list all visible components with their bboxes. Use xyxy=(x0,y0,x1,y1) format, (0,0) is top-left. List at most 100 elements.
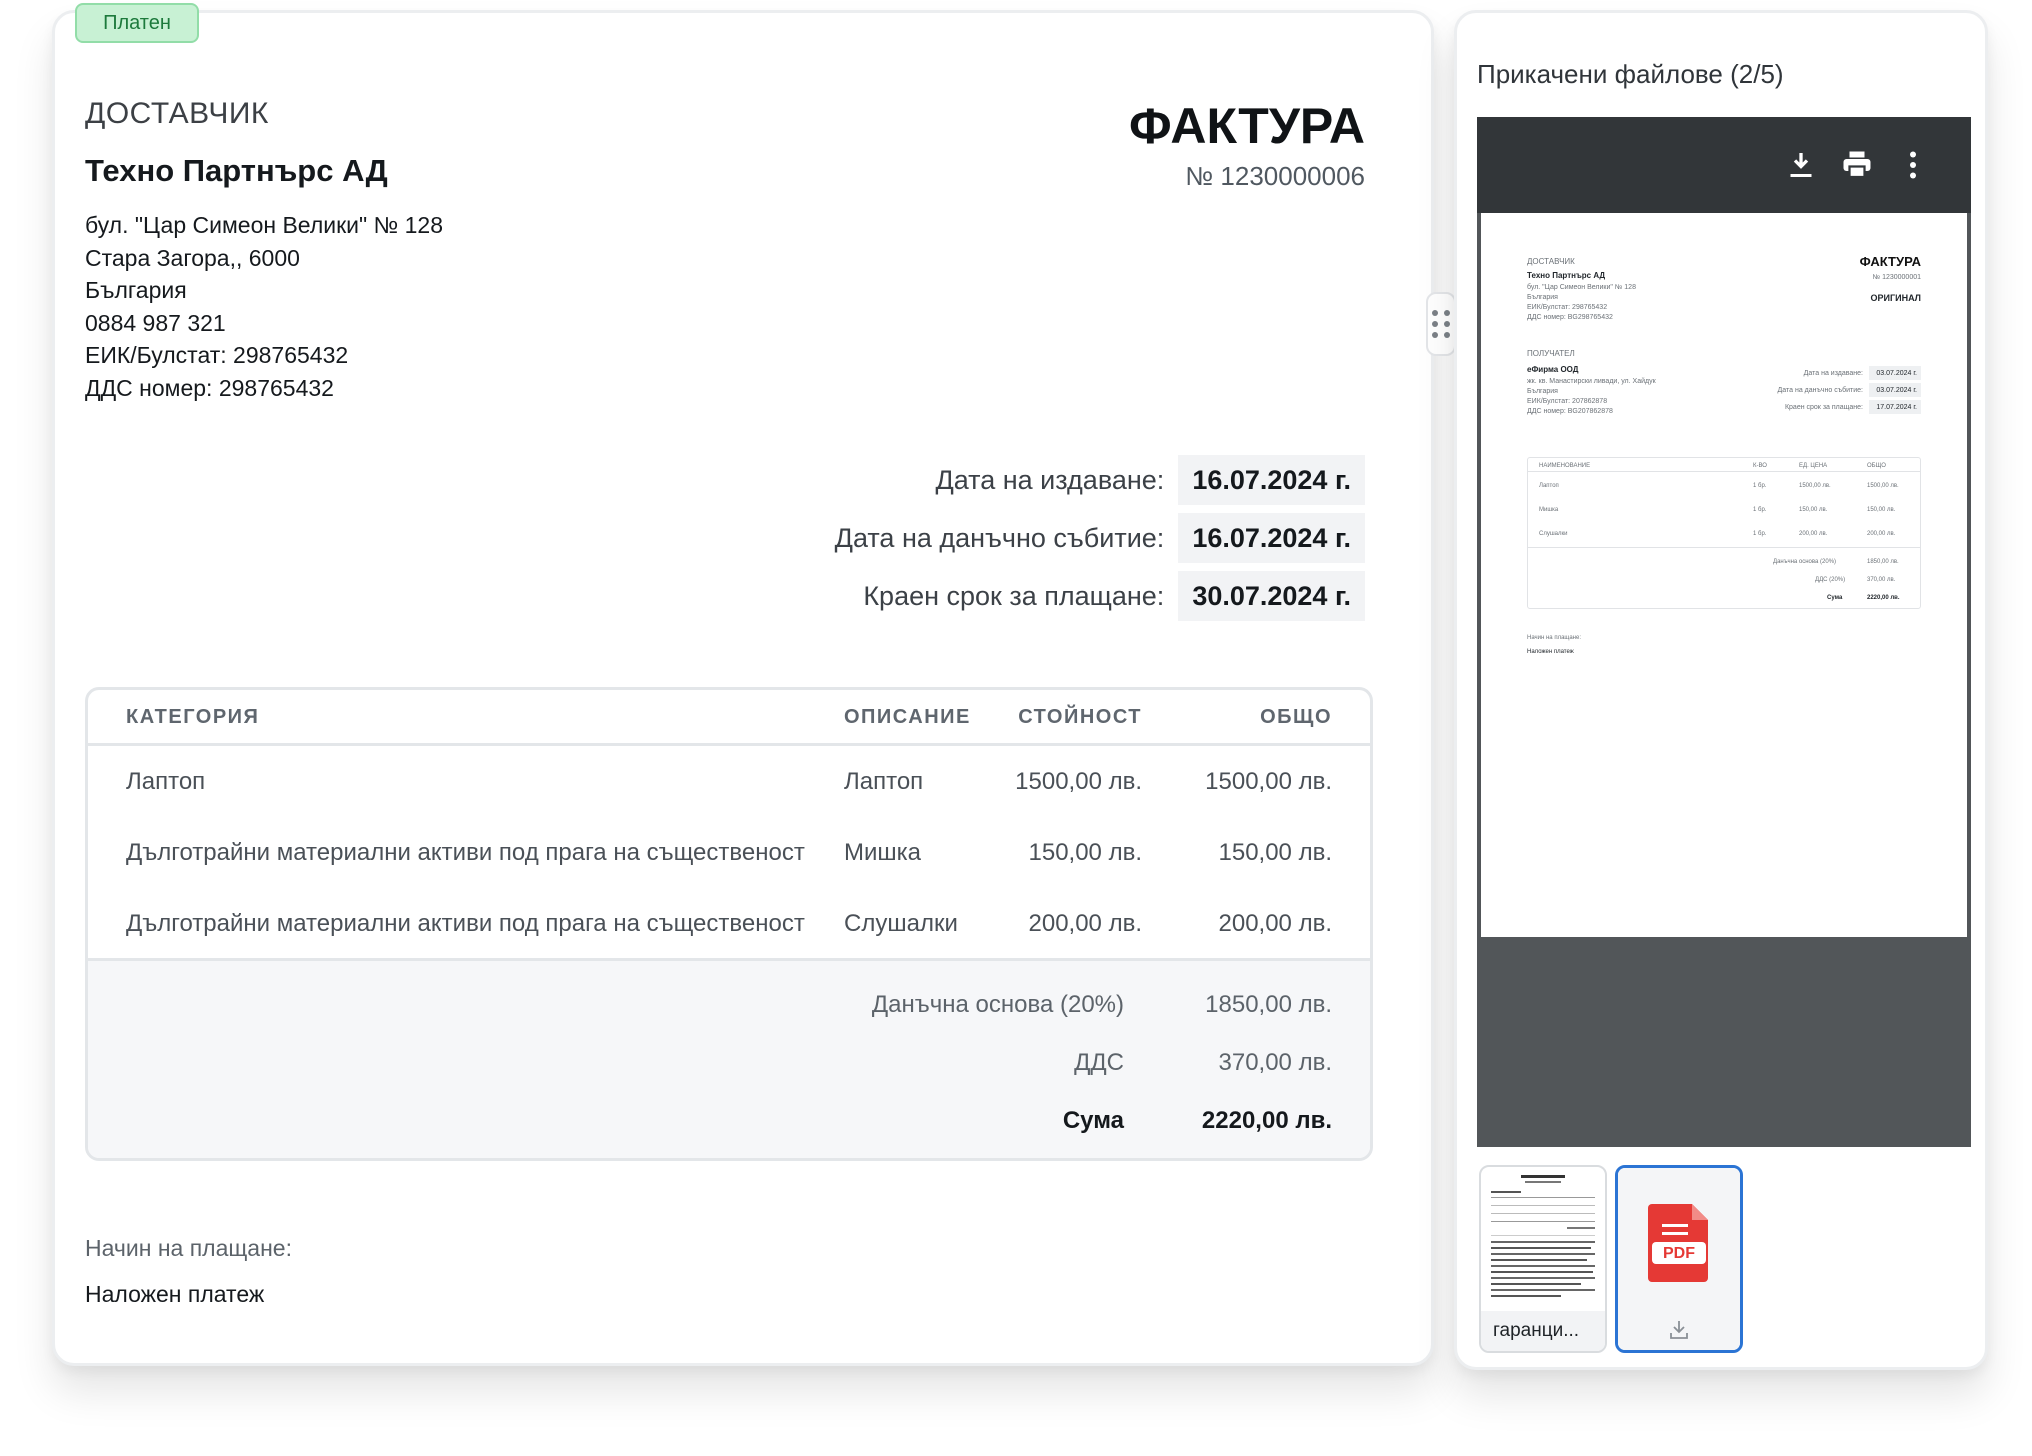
drag-dot-icon xyxy=(1432,321,1438,327)
drag-dot-icon xyxy=(1444,332,1450,338)
items-table: КАТЕГОРИЯ ОПИСАНИЕ СТОЙНОСТ ОБЩО Лаптоп … xyxy=(85,687,1373,1161)
drag-dot-icon xyxy=(1444,321,1450,327)
cell-description: Лаптоп xyxy=(844,768,924,795)
preview-table-divider xyxy=(1527,471,1921,472)
preview-date-label: Дата на данъчно събитие: xyxy=(1777,387,1863,394)
issue-date-value: 16.07.2024 г. xyxy=(1178,455,1365,505)
preview-date-label: Дата на издаване: xyxy=(1803,370,1863,377)
preview-recipient-line: ЕИК/Булстат: 207862878 xyxy=(1527,398,1608,405)
preview-cell: 1 бр. xyxy=(1753,483,1767,489)
issue-date-row: Дата на издаване: 16.07.2024 г. xyxy=(835,455,1365,505)
preview-col-qty: К-ВО xyxy=(1753,463,1767,469)
tax-base-value: 1850,00 лв. xyxy=(1205,991,1332,1018)
preview-cell: 200,00 лв. xyxy=(1799,531,1828,537)
cell-description: Мишка xyxy=(844,839,922,866)
print-icon[interactable] xyxy=(1839,147,1875,183)
preview-payment-value: Наложен платеж xyxy=(1527,649,1574,655)
column-header-description: ОПИСАНИЕ xyxy=(844,706,971,728)
tax-base-row: Данъчна основа (20%) 1850,00 лв. xyxy=(88,991,1370,1031)
resize-handle[interactable] xyxy=(1426,292,1456,356)
preview-cell: Слушалки xyxy=(1539,531,1568,537)
preview-cell: 1 бр. xyxy=(1753,531,1767,537)
due-date-value: 30.07.2024 г. xyxy=(1178,571,1365,621)
document-thumbnail-preview xyxy=(1483,1169,1603,1309)
preview-date-value: 03.07.2024 г. xyxy=(1876,387,1917,394)
more-vertical-icon[interactable] xyxy=(1895,147,1931,183)
payment-method-value: Наложен платеж xyxy=(85,1281,265,1307)
preview-total-value: 370,00 лв. xyxy=(1867,577,1896,583)
preview-cell: 1 бр. xyxy=(1753,507,1767,513)
preview-table xyxy=(1527,457,1921,609)
cell-value: 1500,00 лв. xyxy=(1015,768,1142,795)
preview-original: ОРИГИНАЛ xyxy=(1870,293,1921,303)
preview-table-divider xyxy=(1527,547,1921,548)
preview-supplier-line: ЕИК/Булстат: 298765432 xyxy=(1527,304,1608,311)
vat-value: 370,00 лв. xyxy=(1218,1049,1333,1076)
tax-event-date-row: Дата на данъчно събитие: 16.07.2024 г. xyxy=(835,513,1365,563)
attachment-filename: гаранци... xyxy=(1481,1311,1605,1351)
column-header-total: ОБЩО xyxy=(1260,706,1332,728)
pdf-page-preview: ДОСТАВЧИК Техно Партнърс АД бул. "Цар Си… xyxy=(1481,213,1967,937)
preview-number: № 1230000001 xyxy=(1872,274,1921,281)
preview-recipient-heading: ПОЛУЧАТЕЛ xyxy=(1527,349,1575,358)
grand-total-value: 2220,00 лв. xyxy=(1201,1107,1332,1134)
drag-dot-icon xyxy=(1444,310,1450,316)
totals-section: Данъчна основа (20%) 1850,00 лв. ДДС 370… xyxy=(88,958,1370,1158)
cell-total: 1500,00 лв. xyxy=(1205,768,1332,795)
preview-supplier-line: ДДС номер: BG298765432 xyxy=(1527,314,1613,321)
pdf-thumbnail: PDF xyxy=(1618,1168,1740,1312)
preview-cell: 200,00 лв. xyxy=(1867,531,1896,537)
preview-supplier-heading: ДОСТАВЧИК xyxy=(1527,257,1575,266)
invoice-card: Платен ДОСТАВЧИК Техно Партнърс АД бул. … xyxy=(52,3,1434,1366)
cell-total: 150,00 лв. xyxy=(1218,839,1333,866)
supplier-city: Стара Загора,, 6000 xyxy=(85,244,300,271)
supplier-address: бул. "Цар Симеон Велики" № 128 xyxy=(85,212,444,238)
attachments-title: Прикачени файлове (2/5) xyxy=(1477,59,1784,89)
invoice-title: ФАКТУРА xyxy=(1128,98,1365,154)
download-icon[interactable] xyxy=(1667,1318,1691,1342)
status-badge: Платен xyxy=(75,3,199,43)
payment-method-label: Начин на плащане: xyxy=(85,1235,292,1261)
preview-total-label: Данъчна основа (20%) xyxy=(1773,559,1837,565)
preview-col-price: ЕД. ЦЕНА xyxy=(1799,463,1828,469)
vat-row: ДДС 370,00 лв. xyxy=(88,1049,1370,1089)
preview-cell: 1500,00 лв. xyxy=(1867,483,1899,489)
cell-category: Дълготрайни материални активи под прага … xyxy=(126,910,805,937)
thumbnail-download[interactable] xyxy=(1618,1310,1740,1350)
attachment-thumbnail-selected[interactable]: PDF xyxy=(1615,1165,1743,1353)
supplier-eik: ЕИК/Булстат: 298765432 xyxy=(85,342,349,368)
preview-supplier-line: България xyxy=(1527,294,1558,301)
preview-date-value: 17.07.2024 г. xyxy=(1876,404,1917,411)
preview-col-total: ОБЩО xyxy=(1867,463,1886,469)
tax-event-date-value: 16.07.2024 г. xyxy=(1178,513,1365,563)
table-header: КАТЕГОРИЯ ОПИСАНИЕ СТОЙНОСТ ОБЩО xyxy=(88,690,1370,746)
grand-total-label: Сума xyxy=(1062,1107,1124,1134)
drag-dot-icon xyxy=(1432,332,1438,338)
attachments-card: Прикачени файлове (2/5) ДОСТАВЧИК Техно … xyxy=(1454,10,1988,1370)
preview-payment-label: Начин на плащане: xyxy=(1527,635,1581,641)
pdf-viewer[interactable]: ДОСТАВЧИК Техно Партнърс АД бул. "Цар Си… xyxy=(1477,117,1971,1147)
due-date-label: Краен срок за плащане: xyxy=(863,580,1165,611)
tax-base-label: Данъчна основа (20%) xyxy=(871,991,1124,1018)
tax-event-date-label: Дата на данъчно събитие: xyxy=(834,522,1165,553)
column-header-category: КАТЕГОРИЯ xyxy=(126,706,260,728)
preview-recipient-line: жк. кв. Манастирски ливади, ул. Хайдук xyxy=(1527,378,1656,385)
preview-date-label: Краен срок за плащане: xyxy=(1784,404,1863,411)
supplier-country: България xyxy=(85,277,187,303)
supplier-phone: 0884 987 321 xyxy=(85,309,226,336)
invoice-number: № 1230000006 xyxy=(1185,161,1365,191)
invoice-dates: Дата на издаване: 16.07.2024 г. Дата на … xyxy=(835,455,1365,629)
preview-col-name: НАИМЕНОВАНИЕ xyxy=(1539,463,1591,469)
attachment-thumbnail[interactable]: гаранци... xyxy=(1479,1165,1607,1353)
table-row: Дълготрайни материални активи под прага … xyxy=(88,817,1370,888)
table-row: Лаптоп Лаптоп 1500,00 лв. 1500,00 лв. xyxy=(88,746,1370,817)
issue-date-label: Дата на издаване: xyxy=(935,464,1165,495)
preview-total-value: 2220,00 лв. xyxy=(1867,595,1900,601)
cell-category: Лаптоп xyxy=(126,768,206,795)
download-icon[interactable] xyxy=(1783,147,1819,183)
preview-recipient-line: България xyxy=(1527,388,1558,395)
preview-supplier-line: бул. "Цар Симеон Велики" № 128 xyxy=(1527,284,1636,291)
column-header-value: СТОЙНОСТ xyxy=(1018,706,1142,728)
preview-cell: Лаптоп xyxy=(1539,483,1559,489)
preview-recipient-line: ДДС номер: BG207862878 xyxy=(1527,408,1613,415)
